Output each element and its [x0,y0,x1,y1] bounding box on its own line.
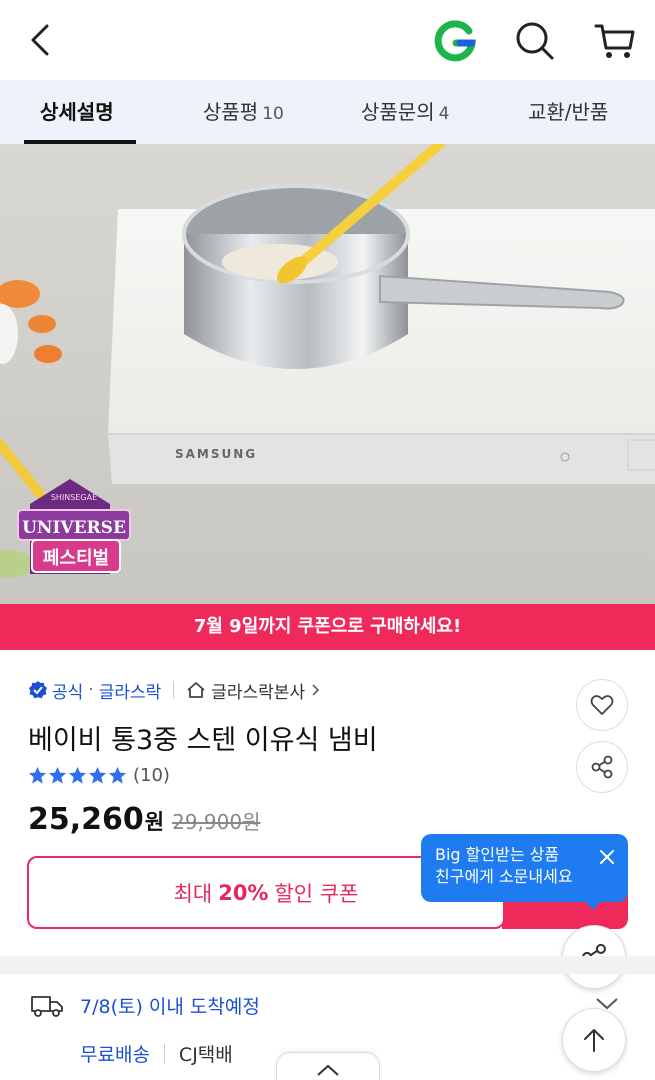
product-title: 베이비 통3중 스텐 이유식 냄비 [28,725,378,756]
rating-stars [28,766,127,785]
section-divider [0,956,655,974]
star-icon [68,766,87,784]
tab-bar: 상세설명 상품평 10 상품문의 4 교환/반품 [0,80,655,144]
delivery-date: 7/8(토) 이내 도착예정 [80,996,260,1018]
review-count: (10) [133,764,170,786]
tab-exchange-return[interactable]: 교환/반품 [528,80,608,144]
chevron-right-icon [312,684,320,696]
close-icon[interactable] [598,848,616,866]
store-link[interactable]: 글라스락본사 [211,678,305,703]
share-button[interactable] [576,741,628,793]
star-icon [48,766,67,784]
seller-row: 공식 · 글라스락 글라스락본사 [28,676,323,704]
svg-text:UNIVERSE: UNIVERSE [22,518,126,538]
search-icon[interactable] [512,18,558,64]
tooltip-line1: Big 할인받는 상품 [435,845,560,864]
original-price: 29,900원 [172,810,261,834]
verified-badge-icon [29,681,47,699]
share-icon [591,755,613,779]
tooltip-line2: 친구에게 소문내세요 [435,867,573,886]
shipping-fee: 무료배송 [80,1044,150,1066]
svg-text:SHINSEGAE: SHINSEGAE [51,493,97,502]
appliance-brand-label: SAMSUNG [175,447,257,461]
carrier-name: CJ택배 [178,1044,233,1066]
tab-inquiries[interactable]: 상품문의 4 [361,80,449,144]
home-store-icon [187,682,205,698]
arrow-up-icon [584,1029,604,1052]
star-icon [28,766,47,784]
svg-text:페스티벌: 페스티벌 [43,548,109,569]
tab-label: 상세설명 [40,100,114,124]
coupon-percent: 20% [218,880,269,905]
divider [163,1043,165,1064]
tab-count: 4 [438,104,450,124]
star-icon [108,766,127,784]
share-tooltip: Big 할인받는 상품 친구에게 소문내세요 [421,834,628,902]
back-icon[interactable] [22,20,62,60]
g-logo-icon[interactable] [432,18,478,64]
sale-price: 25,260 [28,802,144,837]
scroll-to-top-button[interactable] [562,1008,626,1072]
product-image[interactable]: SAMSUNG SHINSEGAE UNIVERSE 페스티벌 [0,144,655,604]
coupon-prefix: 최대 [173,881,213,906]
coupon-suffix: 할인 쿠폰 [274,881,359,906]
tab-label: 교환/반품 [528,100,609,124]
price-unit: 원 [144,810,165,834]
price-row: 25,260 원 29,900원 [28,802,261,837]
rating-row[interactable]: (10) [28,762,170,788]
cart-icon[interactable] [592,18,638,64]
delivery-truck-icon [31,995,63,1017]
tooltip-arrow [584,900,602,910]
tab-label: 상품평 [203,100,259,124]
wishlist-button[interactable] [576,679,628,731]
product-photo-illustration: SAMSUNG SHINSEGAE UNIVERSE 페스티벌 [0,144,655,578]
shipping-row[interactable]: 7/8(토) 이내 도착예정 [30,992,260,1019]
coupon-deadline-banner[interactable]: 7월 9일까지 쿠폰으로 구매하세요! [0,604,655,650]
divider [173,681,175,699]
tab-reviews[interactable]: 상품평 10 [203,80,284,144]
tab-count: 10 [262,104,284,124]
official-label: 공식 [52,682,84,703]
chevron-up-icon [317,1064,339,1076]
tab-label: 상품문의 [361,100,435,124]
shipping-fee-row: 무료배송 CJ택배 [80,1040,233,1067]
dot-separator: · [88,680,94,700]
bottom-sheet-handle[interactable] [276,1052,380,1080]
top-bar [0,0,655,80]
brand-link[interactable]: 글라스락 [99,678,162,703]
star-icon [88,766,107,784]
tab-detail[interactable]: 상세설명 [40,80,114,144]
heart-icon [590,695,614,715]
